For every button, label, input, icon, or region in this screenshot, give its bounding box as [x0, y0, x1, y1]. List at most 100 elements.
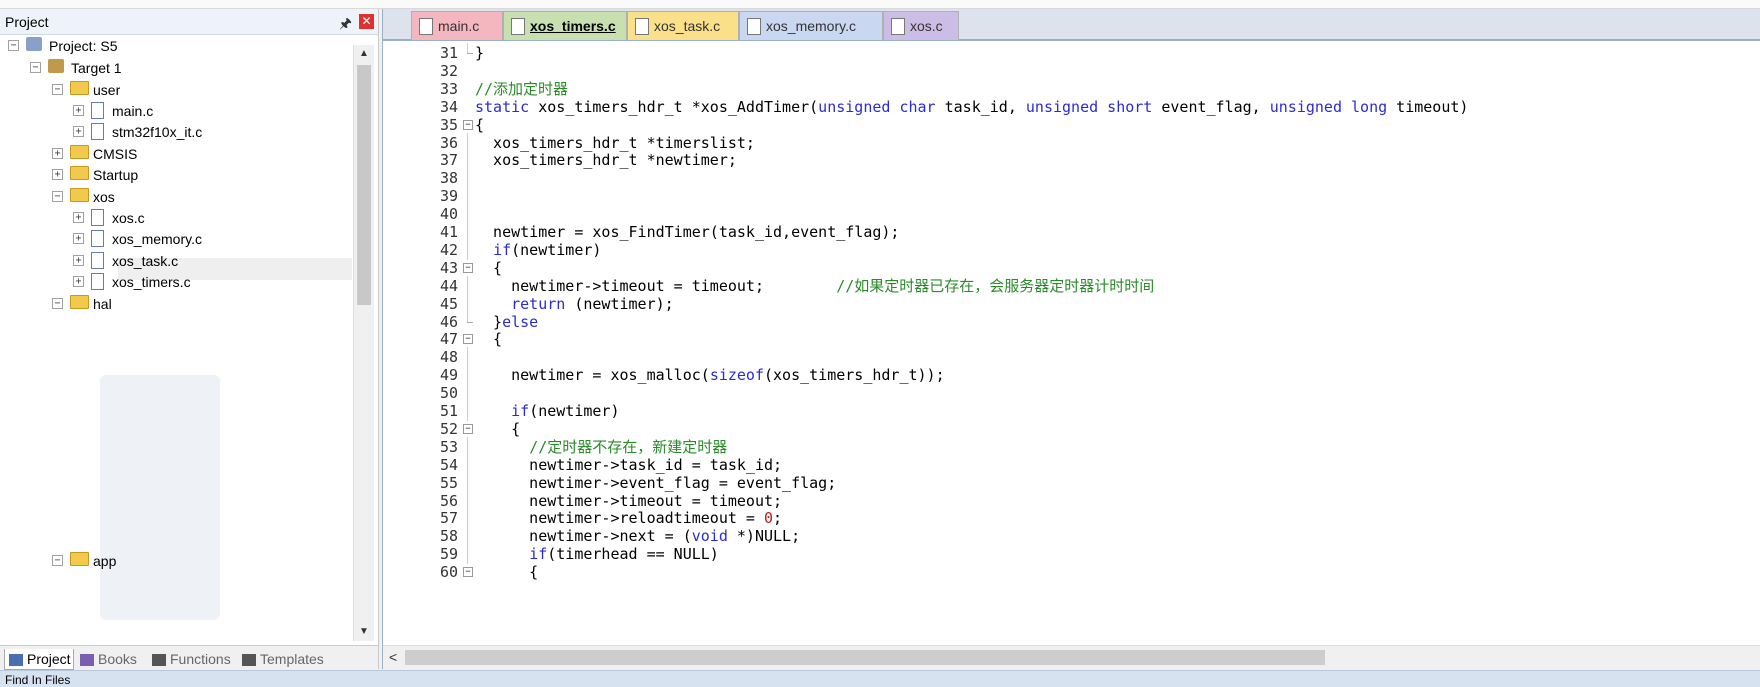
scroll-up-icon[interactable]: ▲: [354, 45, 374, 63]
code-keyword: else: [502, 312, 539, 331]
scroll-thumb[interactable]: [357, 65, 371, 305]
code-token: xos_timers_hdr_t *timerslist;: [475, 133, 755, 152]
expand-icon[interactable]: +: [73, 276, 84, 287]
fold-guide: [467, 311, 468, 322]
code-area[interactable]: 31} 32 33//添加定时器 34 static xos_timers_hdr_t …: [383, 41, 1760, 645]
project-tree-scrollbar[interactable]: ▲ ▼: [353, 45, 374, 641]
file-icon: [91, 102, 104, 119]
folder-icon: [70, 81, 89, 95]
collapse-icon[interactable]: −: [52, 555, 63, 566]
tree-item-label: xos_task.c: [112, 253, 179, 269]
code-token: (newtimer);: [565, 294, 674, 313]
code-token: task_id,: [935, 97, 1026, 116]
fold-end-marker: [467, 53, 473, 54]
fold-collapse-icon[interactable]: −: [463, 567, 473, 578]
scroll-down-icon[interactable]: ▼: [354, 623, 374, 641]
fold-collapse-icon[interactable]: −: [463, 334, 473, 345]
code-text: {: [475, 562, 538, 582]
tree-item-label: CMSIS: [93, 146, 138, 162]
code-token: newtimer->task_id = task_id;: [475, 455, 783, 474]
panel-tab-functions[interactable]: Functions: [148, 649, 234, 669]
panel-tab-label: Project: [27, 651, 71, 667]
code-keyword: void: [691, 527, 728, 546]
code-token: (newtimer): [529, 402, 620, 420]
expand-icon[interactable]: +: [73, 233, 84, 244]
editor-tab[interactable]: xos.c: [883, 11, 959, 40]
tree-item-label: Startup: [93, 167, 139, 183]
collapse-icon[interactable]: −: [8, 40, 19, 51]
fold-collapse-icon[interactable]: −: [463, 262, 473, 273]
code-token: newtimer->timeout = timeout;: [475, 491, 783, 510]
panel-tab-label: Functions: [170, 651, 231, 667]
expand-icon[interactable]: +: [73, 105, 84, 116]
tree-item-label: xos_memory.c: [112, 231, 202, 247]
file-icon: [91, 273, 104, 290]
code-token: *)NULL;: [727, 527, 801, 546]
code-comment: //添加定时器: [475, 79, 569, 98]
fold-end-marker: [467, 321, 473, 323]
panel-tab-templates[interactable]: Templates: [238, 649, 330, 669]
fold-collapse-icon[interactable]: −: [463, 423, 473, 434]
folder-icon: [70, 188, 89, 202]
project-panel-title: Project: [5, 14, 49, 30]
expand-icon[interactable]: +: [73, 255, 84, 266]
pin-icon[interactable]: 🖈: [339, 13, 352, 37]
panel-tab-books[interactable]: Books: [76, 649, 144, 669]
templates-icon: [242, 654, 256, 667]
file-icon: [91, 230, 104, 247]
fold-guide: [467, 43, 468, 53]
editor-tab[interactable]: xos_memory.c: [739, 11, 883, 40]
code-keyword: if: [511, 402, 530, 420]
target-icon: [48, 59, 64, 73]
code-keyword: unsigned char: [818, 97, 936, 116]
editor-tab[interactable]: xos_timers.c: [503, 11, 627, 40]
code-token: newtimer->reloadtimeout =: [475, 509, 764, 528]
code-token: xos_timers_hdr_t *newtimer;: [475, 151, 737, 170]
editor-tab[interactable]: main.c: [411, 11, 503, 40]
code-token: }: [475, 44, 485, 62]
file-icon: [91, 209, 104, 226]
code-keyword: sizeof: [709, 366, 764, 385]
panel-tab-label: Books: [98, 651, 137, 667]
collapse-icon[interactable]: −: [30, 62, 41, 73]
title-strip: [0, 0, 1760, 9]
editor-tab-label: xos.c: [910, 18, 943, 34]
scroll-thumb[interactable]: [405, 650, 1325, 665]
collapse-icon[interactable]: −: [52, 191, 63, 202]
expand-icon[interactable]: +: [73, 126, 84, 137]
close-icon[interactable]: ✕: [359, 14, 374, 29]
code-token: ;: [773, 509, 783, 528]
code-keyword: if: [493, 240, 512, 259]
code-token: newtimer = xos_FindTimer(task_id,event_f…: [475, 223, 900, 241]
file-icon: [635, 18, 649, 35]
functions-icon: [152, 654, 166, 667]
books-icon: [80, 654, 94, 667]
tree-item-label: stm32f10x_it.c: [112, 124, 203, 140]
file-icon: [511, 18, 525, 35]
panel-tab-project[interactable]: Project: [4, 649, 74, 670]
file-icon: [419, 18, 433, 35]
code-number: 0: [763, 509, 774, 528]
collapse-icon[interactable]: −: [52, 84, 63, 95]
code-token: newtimer->timeout = timeout;: [475, 276, 837, 295]
tree-item-label: app: [93, 553, 117, 569]
expand-icon[interactable]: +: [52, 169, 63, 180]
editor-tab[interactable]: xos_task.c: [627, 11, 739, 40]
code-token: xos_timers_hdr_t *xos_AddTimer(: [529, 97, 819, 116]
editor-horizontal-scrollbar[interactable]: <: [383, 645, 1760, 670]
folder-icon: [70, 552, 89, 566]
scroll-left-icon[interactable]: <: [389, 649, 397, 665]
code-comment: //如果定时器已存在，会服务器定时器计时时间: [836, 276, 1155, 295]
code-token: {: [475, 330, 503, 349]
expand-icon[interactable]: +: [52, 148, 63, 159]
code-token: newtimer = xos_malloc(: [475, 366, 710, 385]
fold-collapse-icon[interactable]: −: [463, 119, 473, 130]
tree-item-label: Target 1: [71, 60, 122, 76]
code-token: (timerhead == NULL): [547, 545, 719, 564]
status-bar: Find In Files: [0, 670, 1760, 687]
collapse-icon[interactable]: −: [52, 298, 63, 309]
expand-icon[interactable]: +: [73, 212, 84, 223]
file-icon: [91, 252, 104, 269]
status-text: Find In Files: [5, 673, 71, 687]
